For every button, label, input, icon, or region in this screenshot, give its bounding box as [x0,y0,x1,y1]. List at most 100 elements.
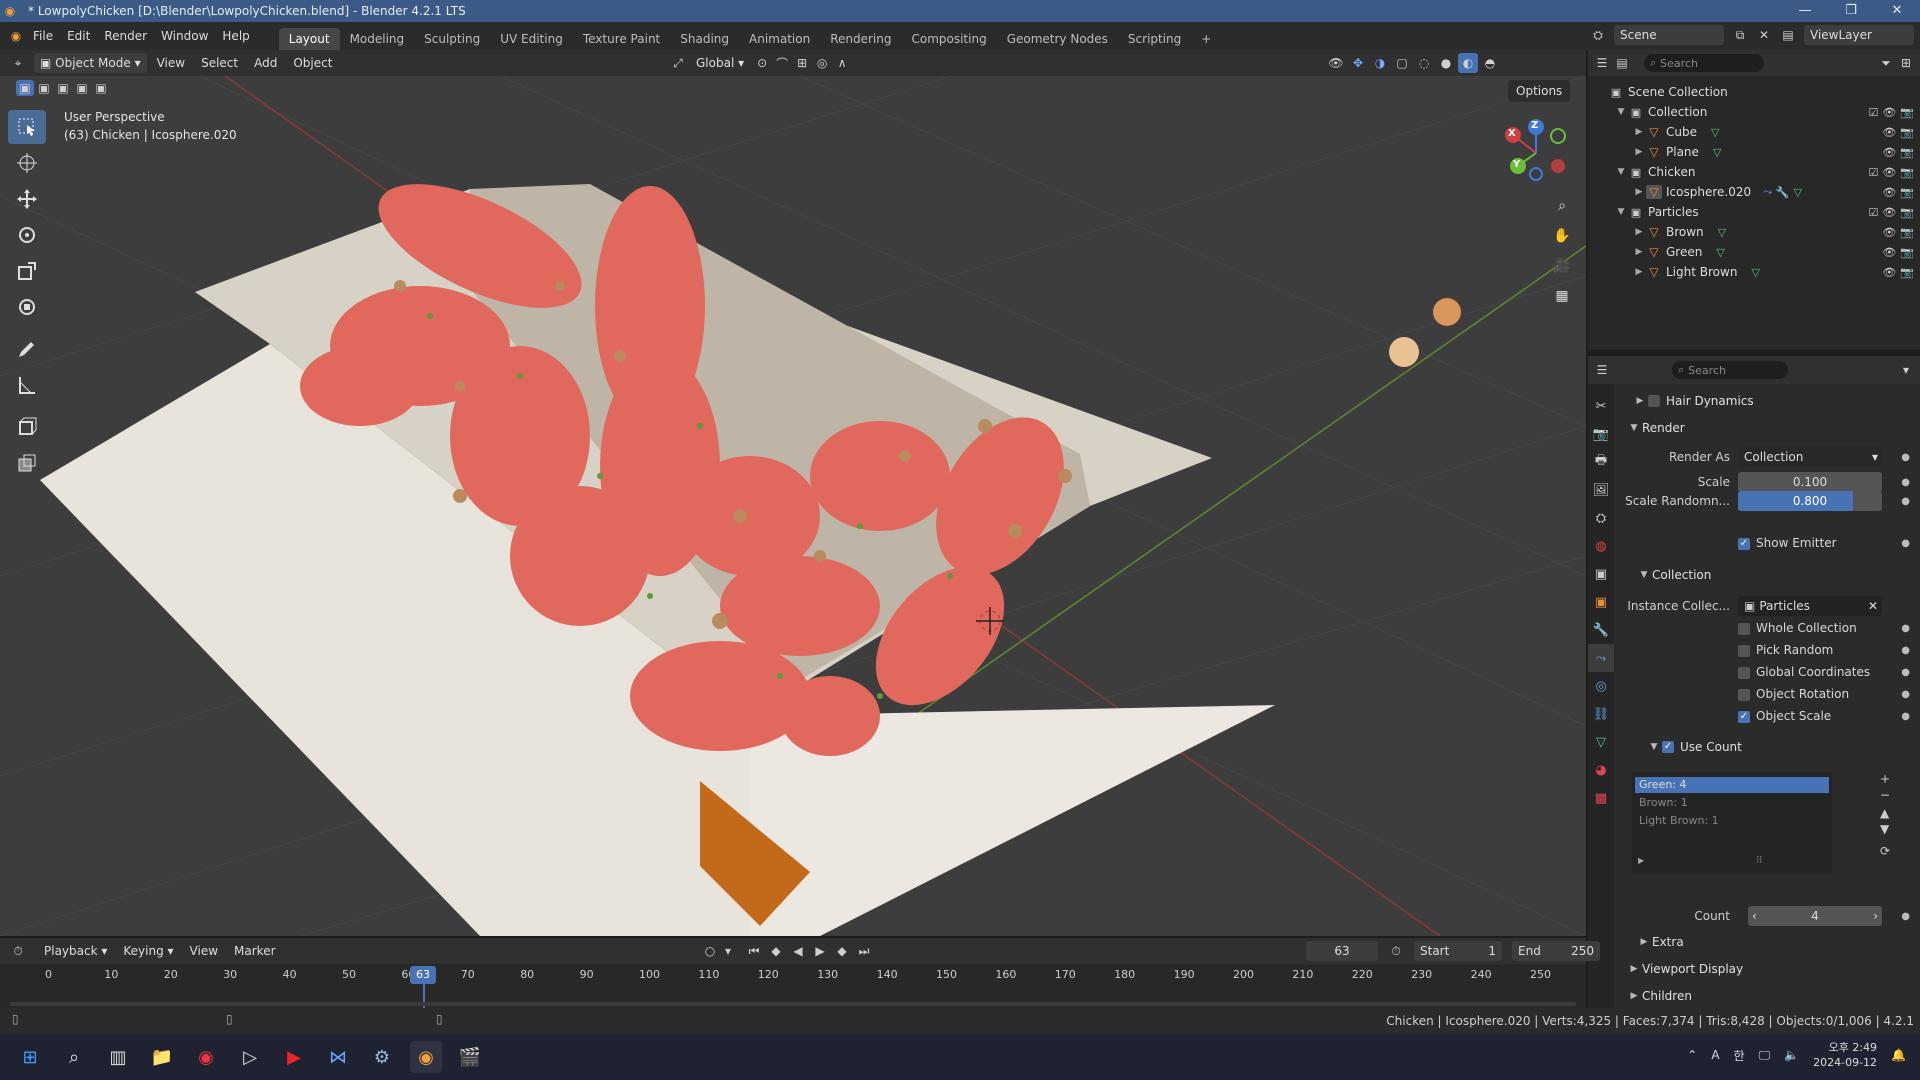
select-extend-icon[interactable]: ▣ [35,80,53,96]
viewlayer-selector[interactable]: ViewLayer [1804,25,1914,45]
proportional-edit-icon[interactable]: ◎ [812,53,832,73]
timeline-track[interactable]: 0 10 20 30 40 50 60 70 80 90 100 110 120 130 140 150 160… [0,964,1586,1008]
options-button[interactable]: Options [1508,80,1571,102]
eye-icon[interactable]: 👁 [1882,166,1896,179]
collection-tab-icon[interactable]: ▣ [1588,560,1614,588]
orientation-dropdown[interactable]: Global ▾ [690,53,750,73]
next-keyframe-icon[interactable]: ◆ [832,941,852,961]
keyframe-dot-icon[interactable]: ● [1901,645,1910,656]
menu-timeline-view[interactable]: View [184,941,224,961]
count-field[interactable]: ‹ 4 › [1748,906,1882,926]
keyframe-dot-icon[interactable]: ● [1901,911,1910,922]
keyframe-dot-icon[interactable]: ● [1901,689,1910,700]
record-options-icon[interactable]: ▾ [722,941,734,961]
tab-texture-paint[interactable]: Texture Paint [573,28,670,50]
ime-mode[interactable]: 한 [1734,1047,1745,1064]
select-subtract-icon[interactable]: ▣ [54,80,72,96]
tray-overflow-icon[interactable]: ⌃ [1687,1048,1697,1062]
panel-use-count[interactable]: ▼ ✓ Use Count [1646,736,1920,758]
show-emitter-toggle[interactable]: ✓ Show Emitter [1738,536,1837,550]
expand-arrow-icon[interactable]: ▼ [1614,107,1628,117]
menu-file[interactable]: File [26,22,60,50]
minimize-icon[interactable]: — [1782,0,1828,22]
data-tab-icon[interactable]: ▽ [1588,728,1614,756]
menu-object[interactable]: Object [287,53,338,73]
count-list[interactable]: Green: 4 Brown: 1 Light Brown: 1 ▶ ⠿ [1632,772,1832,874]
menu-view[interactable]: View [151,53,191,73]
tab-geometry-nodes[interactable]: Geometry Nodes [997,28,1118,50]
video-editor-icon[interactable]: 🎬 [454,1041,486,1073]
keyframe-dot-icon[interactable]: ● [1901,538,1910,549]
menu-edit[interactable]: Edit [60,22,97,50]
panel-extra[interactable]: ▶ Extra [1636,931,1920,953]
modifier-tab-icon[interactable]: 🔧 [1588,616,1614,644]
steam-icon[interactable]: ⚙ [366,1041,398,1073]
falloff-icon[interactable]: ∧ [832,53,852,73]
refresh-icon[interactable]: ⟳ [1880,844,1890,858]
panel-hair-dynamics[interactable]: ▶ Hair Dynamics [1632,390,1920,412]
panel-collection[interactable]: ▼ Collection [1636,564,1920,586]
tool-measure[interactable] [8,368,46,402]
view-layer-tab-icon[interactable]: 🖼 [1588,476,1614,504]
eye-icon[interactable]: 👁 [1882,246,1896,259]
camera-icon[interactable]: 📷 [1900,266,1914,279]
move-up-icon[interactable]: ▲ [1880,806,1890,820]
app-icon[interactable]: ⋈ [322,1041,354,1073]
eye-icon[interactable]: 👁 [1882,266,1896,279]
whole-collection-toggle[interactable]: Whole Collection [1738,621,1857,635]
visibility-icon[interactable]: 👁 [1326,53,1346,73]
object-rotation-toggle[interactable]: Object Rotation [1738,687,1849,701]
tab-animation[interactable]: Animation [739,28,820,50]
list-item-brown[interactable]: Brown: 1 [1635,795,1829,811]
texture-tab-icon[interactable]: ▩ [1588,784,1614,812]
media-player-icon[interactable]: ▷ [234,1041,266,1073]
jump-end-icon[interactable]: ⏭ [854,941,874,961]
network-icon[interactable]: 🖵 [1759,1048,1771,1063]
3d-viewport[interactable] [0,76,1586,936]
menu-marker[interactable]: Marker [228,941,281,961]
blender-taskbar-icon[interactable]: ◉ [410,1041,442,1073]
select-new-icon[interactable]: ▣ [16,80,34,96]
snap-icon[interactable]: ⌒ [772,53,792,73]
display-mode-icon[interactable]: ▤ [1612,53,1632,73]
volume-icon[interactable]: 🔈 [1784,1048,1799,1062]
outliner-row-green[interactable]: ▶ ▽ Green ▽ 👁 📷 [1588,242,1920,262]
zoom-icon[interactable]: ⌕ [1548,192,1576,220]
outliner-editor-icon[interactable]: ☰ [1592,53,1612,73]
input-lang[interactable]: A [1711,1048,1719,1062]
camera-icon[interactable]: 📷 [1900,206,1914,219]
outliner-search[interactable]: ⌕ Search [1644,54,1764,72]
eye-icon[interactable]: 👁 [1882,106,1896,119]
playhead[interactable]: 63 [410,966,436,984]
maximize-icon[interactable]: ❐ [1828,0,1874,22]
menu-select[interactable]: Select [195,53,244,73]
keyframe-dot-icon[interactable]: ● [1901,477,1910,488]
timeline-scrollbar[interactable] [10,1002,1576,1006]
list-item-green[interactable]: Green: 4 [1635,777,1829,793]
tool-add-object[interactable] [8,446,46,480]
outliner-row-scene-collection[interactable]: ▣ Scene Collection [1588,82,1920,102]
camera-icon[interactable]: 📷 [1900,246,1914,259]
expand-arrow-icon[interactable]: ▶ [1632,127,1646,137]
mesh-data-icon[interactable]: ▽ [1711,126,1719,139]
mode-dropdown[interactable]: ▣ Object Mode ▾ [34,53,147,73]
hair-dynamics-checkbox[interactable] [1648,395,1660,407]
tool-select-box[interactable] [8,110,46,144]
expand-arrow-icon[interactable]: ▼ [1614,207,1628,217]
checkbox-icon[interactable]: ☑ [1868,106,1878,119]
outliner-row-light-brown[interactable]: ▶ ▽ Light Brown ▽ 👁 📷 [1588,262,1920,282]
record-icon[interactable]: ○ [700,941,720,961]
new-collection-icon[interactable]: ⊞ [1896,53,1916,73]
physics-tab-icon[interactable]: ◎ [1588,672,1614,700]
modifier-wrench-icon[interactable]: 🔧 [1776,186,1790,199]
camera-icon[interactable]: 📷 [1900,146,1914,159]
camera-icon[interactable]: 📷 [1900,166,1914,179]
eye-icon[interactable]: 👁 [1882,186,1896,199]
particle-system-icon[interactable]: ⤳ [1763,185,1772,199]
keyframe-dot-icon[interactable]: ● [1901,496,1910,507]
move-down-icon[interactable]: ▼ [1880,822,1890,836]
camera-view-icon[interactable]: 🎥 [1548,252,1576,280]
scene-tab-icon[interactable]: ⛭ [1588,504,1614,532]
select-intersect-icon[interactable]: ▣ [92,80,110,96]
expand-arrow-icon[interactable]: ▶ [1632,187,1646,197]
